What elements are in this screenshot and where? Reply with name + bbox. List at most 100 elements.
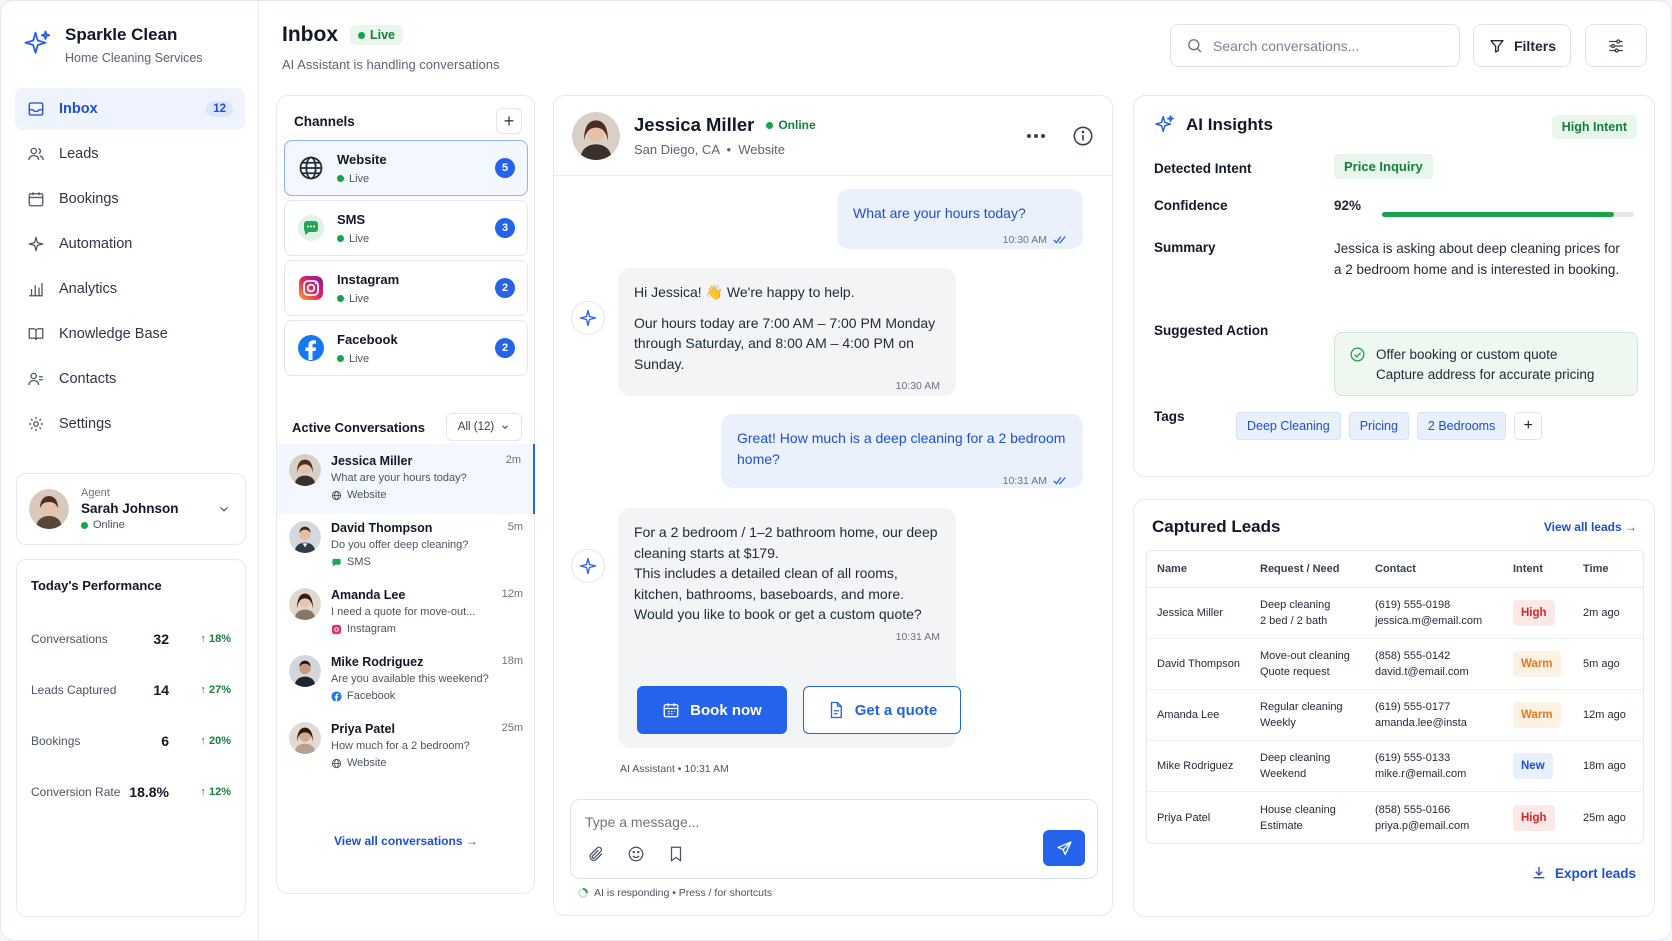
lead-name: David Thompson: [1147, 639, 1250, 690]
message-time: 10:30 AM: [1002, 233, 1047, 246]
channel-facebook[interactable]: Facebook Live 2: [284, 320, 528, 376]
table-row[interactable]: Amanda Lee Regular cleaning Weekly (619) …: [1147, 690, 1643, 741]
table-row[interactable]: Jessica Miller Deep cleaning 2 bed / 2 ba…: [1147, 588, 1643, 639]
nav-item-bookings[interactable]: Bookings: [15, 178, 245, 220]
conversation-filter-dropdown[interactable]: All (12): [446, 413, 522, 441]
column-header[interactable]: Time: [1573, 551, 1643, 588]
add-tag-button[interactable]: +: [1514, 412, 1543, 440]
nav-item-inbox[interactable]: Inbox 12: [15, 88, 245, 130]
perf-value: 18.8%: [129, 783, 169, 800]
send-button[interactable]: [1043, 830, 1085, 866]
download-icon: [1533, 867, 1545, 879]
contact-avatar: [289, 588, 321, 620]
column-header[interactable]: Intent: [1503, 551, 1573, 588]
bookmark-icon[interactable]: [667, 845, 685, 863]
chat-contact-name: Jessica Miller: [634, 114, 755, 135]
facebook-icon: [297, 334, 325, 362]
nav-label: Settings: [59, 416, 112, 432]
filters-button[interactable]: Filters: [1473, 24, 1571, 67]
search-icon: [1185, 37, 1203, 55]
contact-status-text: Online: [778, 118, 816, 132]
suggested-action-box[interactable]: Offer booking or custom quote Capture ad…: [1334, 332, 1638, 396]
sliders-icon: [1607, 37, 1625, 55]
performance-panel: Today's Performance Conversations 32 ↑ 1…: [16, 559, 246, 917]
online-dot: [81, 521, 88, 529]
lead-contact: (858) 555-0142 david.t@email.com: [1365, 639, 1503, 690]
conversation-item[interactable]: Jessica Miller 2m What are your hours tod…: [277, 444, 535, 514]
message-outgoing: Great! How much is a deep cleaning for a…: [721, 414, 1083, 488]
double-check-icon: [1053, 477, 1066, 485]
conversation-preview: What are your hours today?: [331, 472, 467, 484]
channel-website[interactable]: Website Live 5: [284, 140, 528, 196]
request-detail: Weekly: [1260, 717, 1296, 729]
channel-count-badge: 2: [495, 278, 515, 298]
column-header[interactable]: Name: [1147, 551, 1250, 588]
nav-item-analytics[interactable]: Analytics: [15, 268, 245, 310]
intent-badge: High: [1513, 600, 1555, 626]
conversation-preview: Do you offer deep cleaning?: [331, 539, 469, 551]
nav-item-contacts[interactable]: Contacts: [15, 358, 245, 400]
ai-insights-panel: AI Insights High Intent Detected Intent …: [1133, 95, 1655, 477]
conversation-item[interactable]: Priya Patel 25m How much for a 2 bedroom?…: [277, 712, 535, 782]
book-now-button[interactable]: Book now: [637, 686, 787, 734]
globe-icon: [331, 758, 342, 768]
conversation-channel-name: Website: [347, 489, 387, 501]
conversation-item[interactable]: Amanda Lee 12m I need a quote for move-ou…: [277, 578, 535, 648]
search-input[interactable]: Search conversations...: [1213, 38, 1359, 54]
view-settings-button[interactable]: [1585, 24, 1647, 67]
globe-icon: [331, 490, 342, 500]
nav-item-automation[interactable]: Automation: [15, 223, 245, 265]
tag-2-bedrooms[interactable]: 2 Bedrooms: [1416, 412, 1507, 441]
ai-insights-title: AI Insights: [1186, 115, 1273, 134]
lead-time: 5m ago: [1573, 639, 1643, 690]
get-quote-button[interactable]: Get a quote: [803, 686, 961, 734]
nav-item-settings[interactable]: Settings: [15, 403, 245, 445]
channel-sms[interactable]: SMS Live 3: [284, 200, 528, 256]
channel-instagram[interactable]: Instagram Live 2: [284, 260, 528, 316]
column-header[interactable]: Contact: [1365, 551, 1503, 588]
emoji-icon[interactable]: [627, 845, 645, 863]
contact-avatar: [572, 111, 620, 160]
sms-icon: [332, 558, 341, 567]
conversation-channel: Instagram: [331, 623, 523, 635]
calendar-icon: [663, 703, 679, 718]
channels-panel: Channels + Website Live 5 SMS Live 3 Ins…: [276, 95, 535, 894]
contact-avatar: [289, 655, 321, 687]
detected-intent-value: Price Inquiry: [1334, 154, 1433, 179]
table-row[interactable]: Priya Patel House cleaning Estimate (858)…: [1147, 792, 1643, 843]
nav-label: Inbox: [59, 101, 98, 117]
sparkle-icon: [579, 309, 597, 327]
agent-card[interactable]: Agent Sarah Johnson Online: [16, 473, 246, 545]
chevron-down-icon[interactable]: [215, 500, 233, 518]
conversation-name: Jessica Miller: [331, 454, 413, 468]
table-row[interactable]: David Thompson Move-out cleaning Quote re…: [1147, 639, 1643, 690]
view-all-conversations-link[interactable]: View all conversations →: [334, 834, 478, 848]
ai-responding-status: AI is responding • Press / for shortcuts: [578, 887, 772, 899]
attachment-icon[interactable]: [587, 845, 605, 863]
conversation-item[interactable]: Mike Rodriguez 18m Are you available this…: [277, 645, 535, 715]
conversation-item[interactable]: David Thompson 5m Do you offer deep clean…: [277, 511, 535, 581]
view-all-leads-link[interactable]: View all leads →: [1544, 520, 1637, 534]
nav-item-leads[interactable]: Leads: [15, 133, 245, 175]
more-options-icon[interactable]: [1026, 127, 1046, 145]
nav-item-knowledge-base[interactable]: Knowledge Base: [15, 313, 245, 355]
message-input[interactable]: [585, 814, 985, 830]
tag-pricing[interactable]: Pricing: [1348, 412, 1409, 441]
column-header[interactable]: Request / Need: [1250, 551, 1365, 588]
table-row[interactable]: Mike Rodriguez Deep cleaning Weekend (619…: [1147, 741, 1643, 792]
search-box[interactable]: Search conversations...: [1170, 24, 1460, 67]
add-channel-button[interactable]: +: [496, 108, 522, 134]
export-leads-label: Export leads: [1554, 865, 1636, 881]
intent-badge: Warm: [1513, 702, 1561, 728]
lead-contact: (619) 555-0133 mike.r@email.com: [1365, 741, 1503, 792]
conversation-channel-name: SMS: [347, 556, 371, 568]
leads-table: Name Request / Need Contact Intent Time …: [1146, 550, 1644, 844]
nav-label: Analytics: [59, 281, 118, 297]
info-icon[interactable]: [1072, 125, 1094, 147]
lead-request: Regular cleaning Weekly: [1250, 690, 1365, 741]
page-subtitle: AI Assistant is handling conversations: [282, 57, 500, 72]
export-leads-button[interactable]: Export leads: [1531, 865, 1636, 881]
online-dot: [766, 121, 774, 129]
agent-name: Sarah Johnson: [81, 501, 179, 516]
tag-deep-cleaning[interactable]: Deep Cleaning: [1236, 412, 1341, 441]
